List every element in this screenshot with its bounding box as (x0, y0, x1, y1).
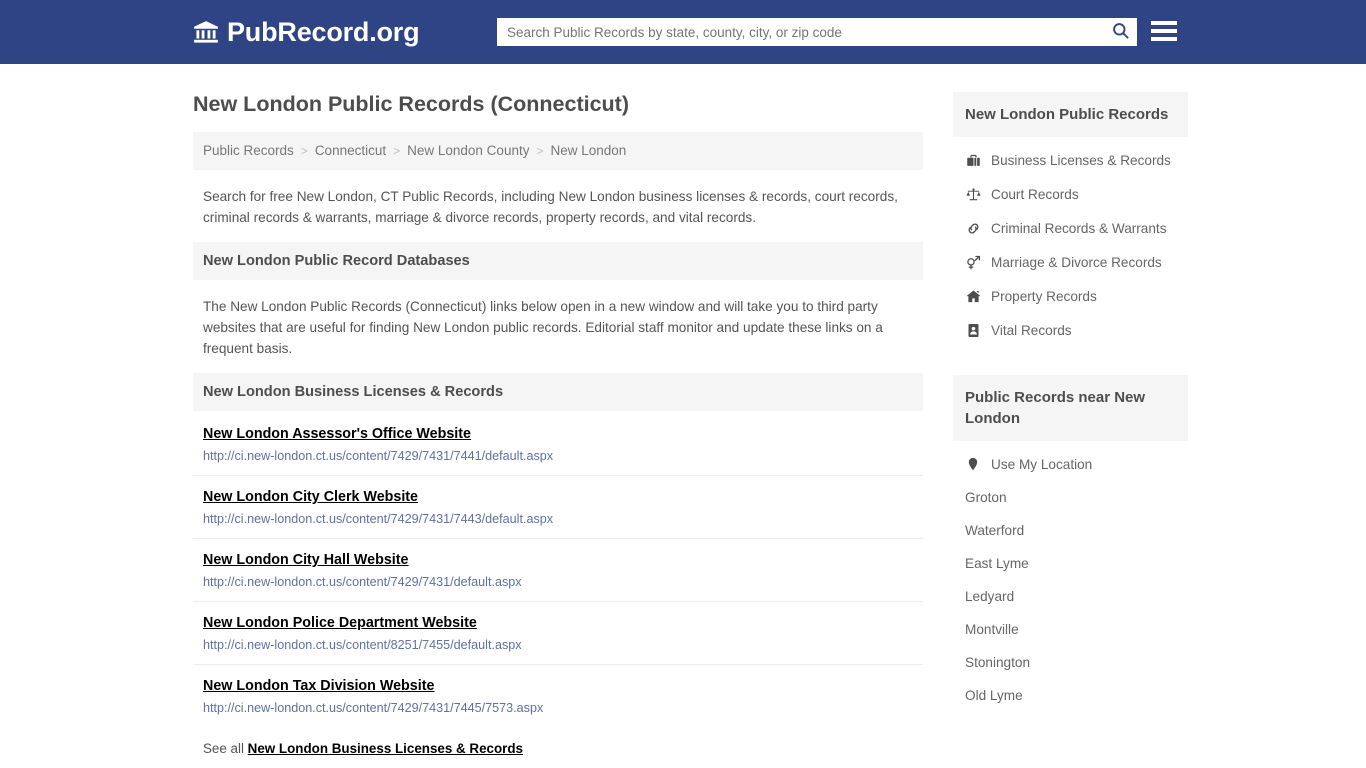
see-all-prefix: See all (203, 741, 248, 757)
record-link-title[interactable]: New London City Hall Website (203, 552, 408, 568)
breadcrumb-item-new-london-county[interactable]: New London County (407, 143, 529, 158)
record-link-url[interactable]: http://ci.new-london.ct.us/content/8251/… (203, 638, 913, 652)
sidebar-records-list: Business Licenses & Records Court Record… (953, 137, 1188, 347)
page-title: New London Public Records (Connecticut) (193, 92, 629, 116)
site-brand-name: PubRecord.org (227, 16, 420, 47)
sidebar-item-use-my-location[interactable]: Use My Location (953, 447, 1188, 481)
record-link-title[interactable]: New London Police Department Website (203, 615, 477, 631)
sidebar-records-heading: New London Public Records (953, 92, 1188, 137)
breadcrumb-item-public-records[interactable]: Public Records (203, 143, 294, 158)
sidebar-item-label: Stonington (965, 655, 1031, 670)
sidebar-item-label: Use My Location (991, 456, 1093, 472)
record-link-url[interactable]: http://ci.new-london.ct.us/content/7429/… (203, 449, 913, 463)
sidebar-item-label: Property Records (991, 288, 1097, 304)
breadcrumb: Public Records > Connecticut > New Londo… (193, 131, 923, 170)
breadcrumb-item-new-london[interactable]: New London (550, 143, 626, 158)
databases-section-heading: New London Public Record Databases (193, 241, 923, 280)
sidebar-item-city-montville[interactable]: Montville (953, 613, 1188, 646)
sidebar-item-property-records[interactable]: Property Records (953, 279, 1188, 313)
sidebar-item-criminal-records[interactable]: Criminal Records & Warrants (953, 211, 1188, 245)
sidebar-item-city-old-lyme[interactable]: Old Lyme (953, 679, 1188, 712)
sidebar-item-city-east-lyme[interactable]: East Lyme (953, 547, 1188, 580)
record-link-title[interactable]: New London Assessor's Office Website (203, 426, 471, 442)
content-container: New London Public Records (Connecticut) … (188, 64, 1188, 766)
hamburger-bar (1151, 37, 1177, 41)
sidebar-item-city-groton[interactable]: Groton (953, 481, 1188, 514)
page-intro-text: Search for free New London, CT Public Re… (203, 188, 898, 225)
hamburger-menu-icon[interactable] (1151, 18, 1177, 44)
search-input[interactable] (497, 19, 1103, 45)
id-card-icon (965, 322, 981, 338)
sidebar-item-label: Court Records (991, 186, 1079, 202)
search-icon (1111, 21, 1130, 43)
list-item: New London Tax Division Website http://c… (193, 665, 923, 727)
see-all-link[interactable]: New London Business Licenses & Records (248, 741, 523, 756)
sidebar-item-vital-records[interactable]: Vital Records (953, 313, 1188, 347)
sidebar-nearby-list: Use My Location Groton Waterford East Ly… (953, 441, 1188, 712)
list-item: New London Assessor's Office Website htt… (193, 411, 923, 477)
list-item: New London City Hall Website http://ci.n… (193, 539, 923, 603)
sidebar-item-label: Montville (965, 622, 1019, 637)
bank-building-icon (193, 19, 219, 45)
sidebar-item-label: Vital Records (991, 322, 1072, 338)
sidebar-item-label: Marriage & Divorce Records (991, 254, 1162, 270)
see-all-row: See all New London Business Licenses & R… (193, 727, 923, 766)
list-item: New London City Clerk Website http://ci.… (193, 476, 923, 540)
breadcrumb-separator: > (536, 143, 544, 158)
sidebar-item-label: Waterford (965, 523, 1025, 538)
hamburger-bar (1151, 21, 1177, 25)
search-bar (497, 18, 1137, 46)
sidebar-nearby-heading: Public Records near New London (953, 375, 1188, 441)
sidebar-item-city-waterford[interactable]: Waterford (953, 514, 1188, 547)
sidebar-item-label: Old Lyme (965, 688, 1023, 703)
breadcrumb-item-connecticut[interactable]: Connecticut (315, 143, 386, 158)
breadcrumb-separator: > (393, 143, 401, 158)
business-licenses-section-heading: New London Business Licenses & Records (193, 373, 923, 412)
sidebar-item-label: Groton (965, 490, 1007, 505)
page-body: New London Public Records (Connecticut) … (0, 64, 1366, 766)
main-column: New London Public Records (Connecticut) … (193, 64, 923, 766)
sidebar-item-label: Ledyard (965, 589, 1015, 604)
site-logo-link[interactable]: PubRecord.org (193, 16, 420, 47)
record-link-url[interactable]: http://ci.new-london.ct.us/content/7429/… (203, 701, 913, 715)
record-link-title[interactable]: New London Tax Division Website (203, 678, 434, 694)
sidebar: New London Public Records Business Licen… (953, 64, 1188, 766)
handcuffs-icon (965, 220, 981, 236)
map-pin-icon (965, 456, 981, 472)
scales-of-justice-icon (965, 186, 981, 202)
sidebar-item-court-records[interactable]: Court Records (953, 177, 1188, 211)
record-link-list: New London Assessor's Office Website htt… (193, 411, 923, 727)
sidebar-item-marriage-divorce[interactable]: Marriage & Divorce Records (953, 245, 1188, 279)
sidebar-item-label: Business Licenses & Records (991, 152, 1171, 168)
briefcase-icon (965, 152, 981, 168)
site-header: PubRecord.org (0, 0, 1366, 64)
record-link-url[interactable]: http://ci.new-london.ct.us/content/7429/… (203, 575, 913, 589)
sidebar-item-city-ledyard[interactable]: Ledyard (953, 580, 1188, 613)
record-link-title[interactable]: New London City Clerk Website (203, 489, 418, 505)
record-link-url[interactable]: http://ci.new-london.ct.us/content/7429/… (203, 512, 913, 526)
search-button[interactable] (1103, 18, 1137, 46)
sidebar-item-label: East Lyme (965, 556, 1029, 571)
databases-description: The New London Public Records (Connectic… (203, 298, 883, 357)
hamburger-bar (1151, 29, 1177, 33)
sidebar-item-business-licenses[interactable]: Business Licenses & Records (953, 143, 1188, 177)
list-item: New London Police Department Website htt… (193, 602, 923, 666)
sidebar-item-label: Criminal Records & Warrants (991, 220, 1167, 236)
breadcrumb-separator: > (300, 143, 308, 158)
sidebar-item-city-stonington[interactable]: Stonington (953, 646, 1188, 679)
home-icon (965, 288, 981, 304)
venus-mars-icon (965, 254, 981, 270)
